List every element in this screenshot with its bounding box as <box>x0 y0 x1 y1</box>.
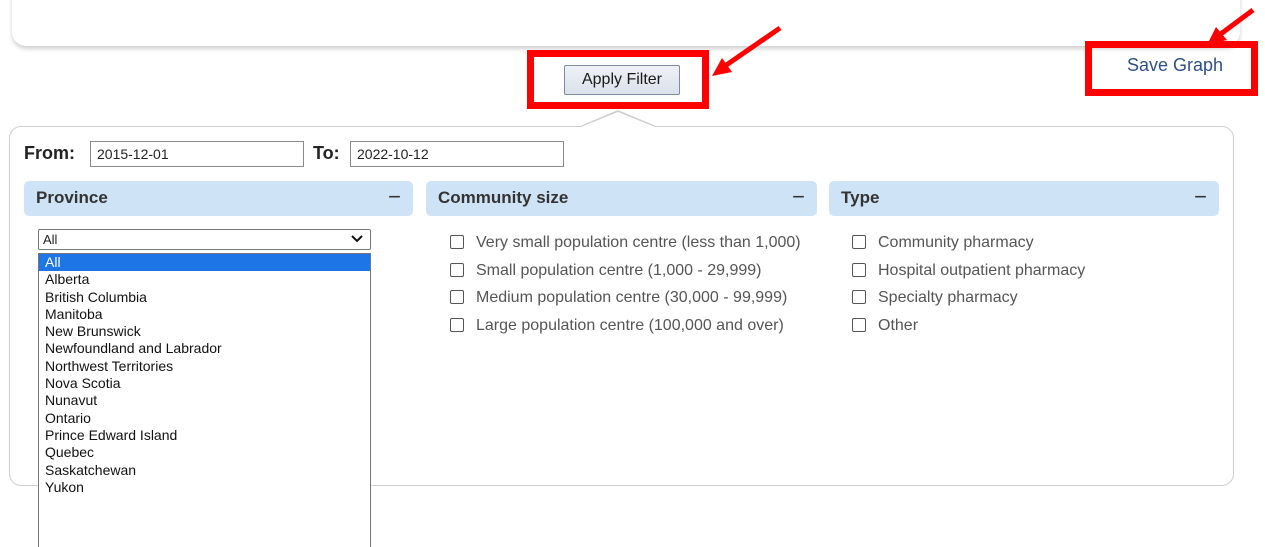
province-option[interactable]: British Columbia <box>39 289 370 306</box>
province-header-label: Province <box>36 188 108 207</box>
province-option[interactable]: Ontario <box>39 410 370 427</box>
type-checkbox[interactable] <box>852 235 866 249</box>
community-size-checkbox[interactable] <box>450 317 464 332</box>
community-size-label: Large population centre (100,000 and ove… <box>476 316 784 334</box>
from-date-input[interactable] <box>90 141 304 167</box>
community-size-label: Small population centre (1,000 - 29,999) <box>476 261 762 279</box>
province-option[interactable]: Nunavut <box>39 392 370 409</box>
community-size-list: Very small population centre (less than … <box>450 231 805 341</box>
top-card <box>12 0 1240 46</box>
type-checkbox[interactable] <box>852 262 866 277</box>
community-size-header: Community size − <box>426 181 817 216</box>
type-label: Hospital outpatient pharmacy <box>878 261 1086 279</box>
province-option[interactable]: Northwest Territories <box>39 358 370 375</box>
type-header-label: Type <box>841 188 880 207</box>
from-label: From: <box>24 143 75 163</box>
highlight-box-save <box>1085 41 1258 96</box>
province-option[interactable]: Prince Edward Island <box>39 427 370 444</box>
community-size-checkbox[interactable] <box>450 235 464 249</box>
type-label: Community pharmacy <box>878 234 1034 251</box>
community-size-item[interactable]: Large population centre (100,000 and ove… <box>450 314 805 338</box>
community-size-item[interactable]: Small population centre (1,000 - 29,999) <box>450 259 805 283</box>
community-size-item[interactable]: Medium population centre (30,000 - 99,99… <box>450 286 805 310</box>
type-item[interactable]: Hospital outpatient pharmacy <box>852 259 1207 283</box>
type-header: Type − <box>829 181 1219 216</box>
to-date-input[interactable] <box>350 141 564 167</box>
type-checkbox[interactable] <box>852 290 866 304</box>
province-select[interactable]: All <box>38 229 371 250</box>
province-option[interactable]: Yukon <box>39 479 370 496</box>
province-option[interactable]: New Brunswick <box>39 323 370 340</box>
type-collapse-icon[interactable]: − <box>1194 184 1207 210</box>
type-label: Other <box>878 316 919 334</box>
province-option[interactable]: Nova Scotia <box>39 375 370 392</box>
province-option[interactable]: All <box>39 254 370 272</box>
type-label: Specialty pharmacy <box>878 289 1018 306</box>
community-size-item[interactable]: Very small population centre (less than … <box>450 231 805 255</box>
community-size-checkbox[interactable] <box>450 262 464 277</box>
chevron-down-icon <box>351 235 363 243</box>
to-label: To: <box>313 143 340 163</box>
province-dropdown-list: All Alberta British Columbia Manitoba New Br… <box>38 253 371 547</box>
province-header: Province − <box>24 181 413 216</box>
province-option[interactable]: Alberta <box>39 271 370 288</box>
community-size-label: Very small population centre (less than … <box>476 234 801 251</box>
highlight-box-apply <box>527 50 709 109</box>
type-list: Community pharmacy Hospital outpatient ph… <box>852 231 1207 341</box>
province-option[interactable]: Saskatchewan <box>39 462 370 479</box>
community-size-label: Medium population centre (30,000 - 99,99… <box>476 289 788 306</box>
community-size-header-label: Community size <box>438 188 569 207</box>
province-collapse-icon[interactable]: − <box>388 184 401 210</box>
province-option[interactable]: Newfoundland and Labrador <box>39 340 370 357</box>
type-item[interactable]: Specialty pharmacy <box>852 286 1207 310</box>
province-select-value: All <box>43 232 58 247</box>
panel-notch-fill <box>581 112 655 127</box>
community-size-collapse-icon[interactable]: − <box>792 184 805 210</box>
type-item[interactable]: Other <box>852 314 1207 338</box>
community-size-checkbox[interactable] <box>450 290 464 304</box>
type-item[interactable]: Community pharmacy <box>852 231 1207 255</box>
province-option[interactable]: Manitoba <box>39 306 370 323</box>
province-option[interactable]: Quebec <box>39 444 370 461</box>
type-checkbox[interactable] <box>852 317 866 332</box>
